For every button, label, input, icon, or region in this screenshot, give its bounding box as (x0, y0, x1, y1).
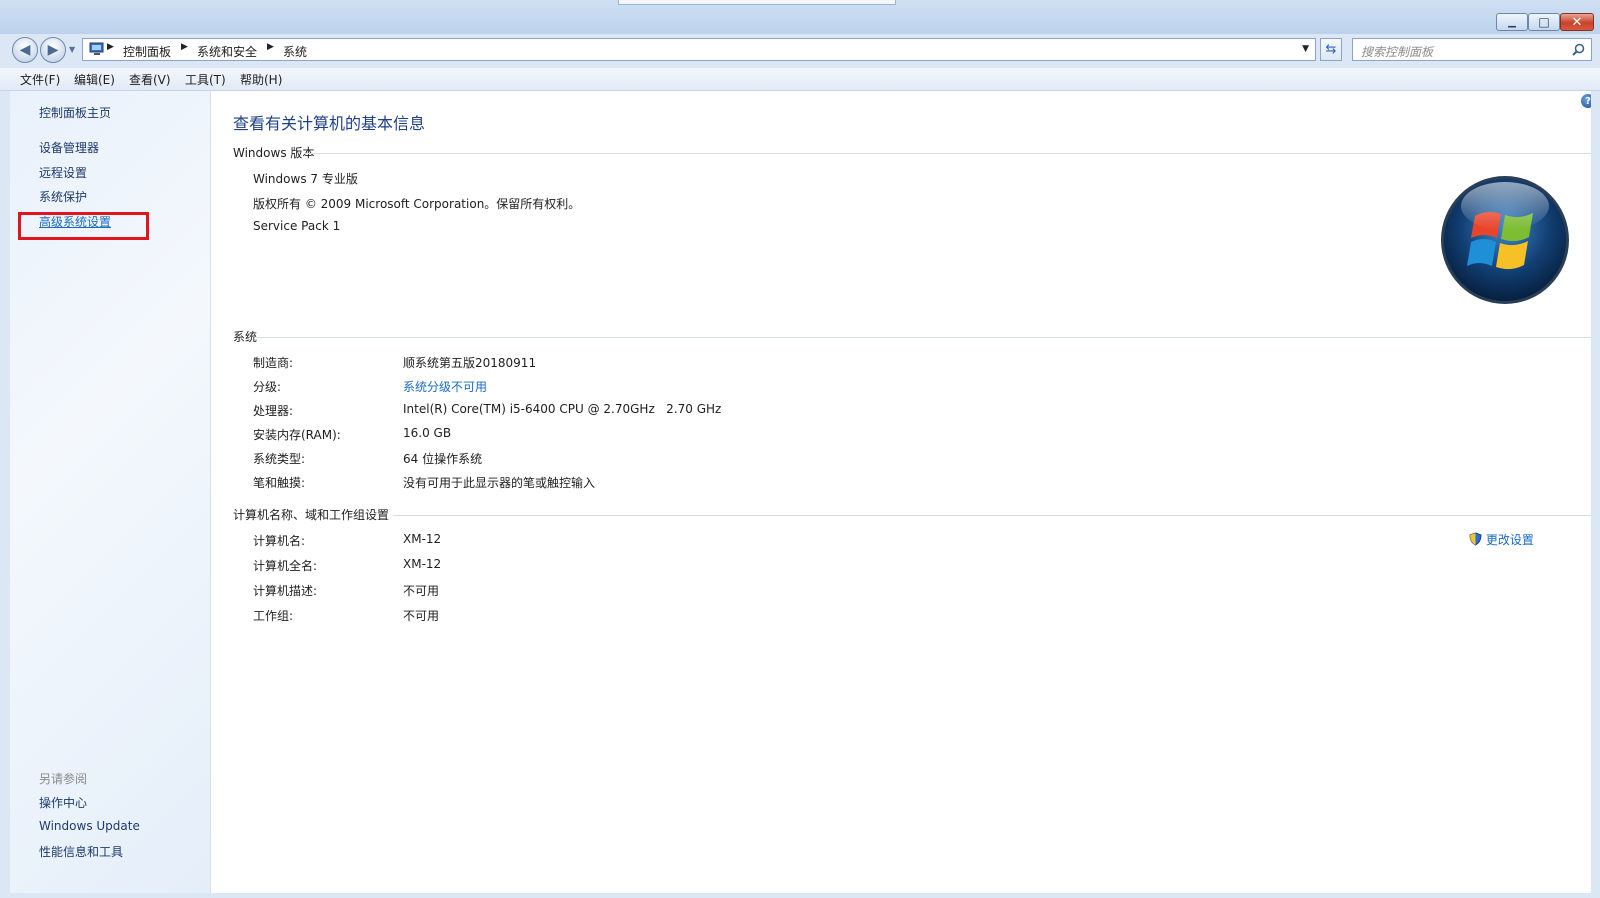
search-placeholder: 搜索控制面板 (1361, 45, 1434, 59)
window-bottom-border (0, 893, 1600, 898)
breadcrumb-control-panel[interactable]: 控制面板 (123, 43, 171, 60)
windows-logo (1441, 176, 1569, 304)
back-button[interactable]: ◀ (12, 37, 38, 63)
ram-label: 安装内存(RAM): (253, 428, 341, 442)
window-left-border (0, 91, 10, 898)
processor-label: 处理器: (253, 404, 294, 418)
section-divider (257, 337, 1591, 338)
navigation-bar: ◀ ▶ ▼ ▶ 控制面板 ▶ 系统和安全 ▶ 系统 ▼ ⇆ 搜索控制面板 (0, 34, 1600, 66)
rating-link[interactable]: 系统分级不可用 (403, 378, 487, 395)
recent-pages-dropdown-icon[interactable]: ▼ (69, 45, 75, 54)
pen-touch-label: 笔和触摸: (253, 476, 306, 490)
see-also-label: 另请参阅 (39, 772, 88, 786)
section-divider (304, 153, 1591, 154)
sidebar-item-advanced-settings[interactable]: 高级系统设置 (39, 213, 111, 230)
sidebar-action-center[interactable]: 操作中心 (39, 794, 87, 811)
description-label: 计算机描述: (253, 584, 318, 598)
address-bar[interactable]: ▶ 控制面板 ▶ 系统和安全 ▶ 系统 ▼ (82, 38, 1316, 61)
system-type-value: 64 位操作系统 (403, 452, 483, 466)
forward-button[interactable]: ▶ (40, 37, 66, 63)
window-right-border (1591, 91, 1600, 898)
section-system: 系统 (233, 330, 258, 344)
title-bar: ▁ □ ✕ (0, 0, 1600, 34)
menu-tools[interactable]: 工具(T) (185, 71, 226, 88)
breadcrumb-separator: ▶ (267, 42, 274, 52)
ram-value: 16.0 GB (403, 426, 452, 440)
edition-service-pack: Service Pack 1 (253, 219, 341, 233)
section-computer-name: 计算机名称、域和工作组设置 (233, 508, 390, 522)
page-title: 查看有关计算机的基本信息 (233, 114, 426, 133)
main-content: ? 查看有关计算机的基本信息 Windows 版本 Windows 7 专业版 … (211, 91, 1600, 898)
sidebar-performance-tools[interactable]: 性能信息和工具 (39, 843, 123, 860)
minimize-icon: ▁ (1508, 16, 1516, 28)
breadcrumb-separator: ▶ (181, 42, 188, 52)
edition-copyright: 版权所有 © 2009 Microsoft Corporation。保留所有权利… (253, 197, 581, 211)
system-window: ▁ □ ✕ ◀ ▶ ▼ ▶ 控制面板 ▶ 系统和安全 ▶ 系统 ▼ ⇆ 搜索控制… (0, 0, 1600, 898)
refresh-button[interactable]: ⇆ (1320, 38, 1342, 61)
menu-bar: 文件(F) 编辑(E) 查看(V) 工具(T) 帮助(H) (0, 68, 1600, 91)
computer-icon (89, 42, 104, 55)
full-name-value: XM-12 (403, 557, 442, 571)
pen-touch-value: 没有可用于此显示器的笔或触控输入 (403, 476, 596, 490)
menu-help[interactable]: 帮助(H) (240, 71, 282, 88)
section-windows-edition: Windows 版本 (233, 146, 315, 160)
manufacturer-label: 制造商: (253, 356, 294, 370)
rating-label: 分级: (253, 380, 282, 394)
minimize-button[interactable]: ▁ (1496, 13, 1528, 31)
computer-name-label: 计算机名: (253, 534, 306, 548)
back-arrow-icon: ◀ (19, 42, 31, 58)
sidebar: 控制面板主页 设备管理器 远程设置 系统保护 高级系统设置 另请参阅 操作中心 … (10, 91, 211, 898)
shield-icon (1469, 532, 1482, 546)
description-value: 不可用 (403, 584, 440, 598)
menu-file[interactable]: 文件(F) (20, 71, 60, 88)
sidebar-item-system-protection[interactable]: 系统保护 (39, 188, 87, 205)
maximize-icon: □ (1538, 15, 1550, 29)
search-input[interactable]: 搜索控制面板 (1352, 38, 1592, 61)
sidebar-windows-update[interactable]: Windows Update (39, 819, 140, 833)
workgroup-label: 工作组: (253, 609, 294, 623)
title-bar-tab (618, 0, 896, 5)
change-settings-link[interactable]: 更改设置 (1469, 531, 1534, 548)
edition-name: Windows 7 专业版 (253, 172, 358, 186)
full-name-label: 计算机全名: (253, 559, 318, 573)
search-icon (1572, 43, 1585, 56)
maximize-button[interactable]: □ (1528, 13, 1560, 31)
breadcrumb-system[interactable]: 系统 (283, 43, 307, 60)
breadcrumb-separator: ▶ (107, 42, 114, 52)
section-divider (393, 515, 1591, 516)
manufacturer-value: 顺系统第五版20180911 (403, 356, 537, 370)
menu-view[interactable]: 查看(V) (129, 71, 171, 88)
forward-arrow-icon: ▶ (47, 42, 59, 58)
sidebar-control-panel-home[interactable]: 控制面板主页 (39, 104, 111, 121)
close-button[interactable]: ✕ (1560, 13, 1594, 31)
menu-edit[interactable]: 编辑(E) (74, 71, 115, 88)
computer-name-value: XM-12 (403, 532, 442, 546)
processor-value: Intel(R) Core(TM) i5-6400 CPU @ 2.70GHz … (403, 402, 722, 416)
close-icon: ✕ (1571, 14, 1583, 30)
sidebar-item-device-manager[interactable]: 设备管理器 (39, 139, 99, 156)
system-type-label: 系统类型: (253, 452, 306, 466)
workgroup-value: 不可用 (403, 609, 440, 623)
address-dropdown-icon[interactable]: ▼ (1302, 44, 1309, 54)
refresh-icon: ⇆ (1325, 42, 1337, 57)
sidebar-item-remote-settings[interactable]: 远程设置 (39, 164, 87, 181)
change-settings-label: 更改设置 (1485, 533, 1534, 547)
breadcrumb-system-security[interactable]: 系统和安全 (197, 43, 257, 60)
